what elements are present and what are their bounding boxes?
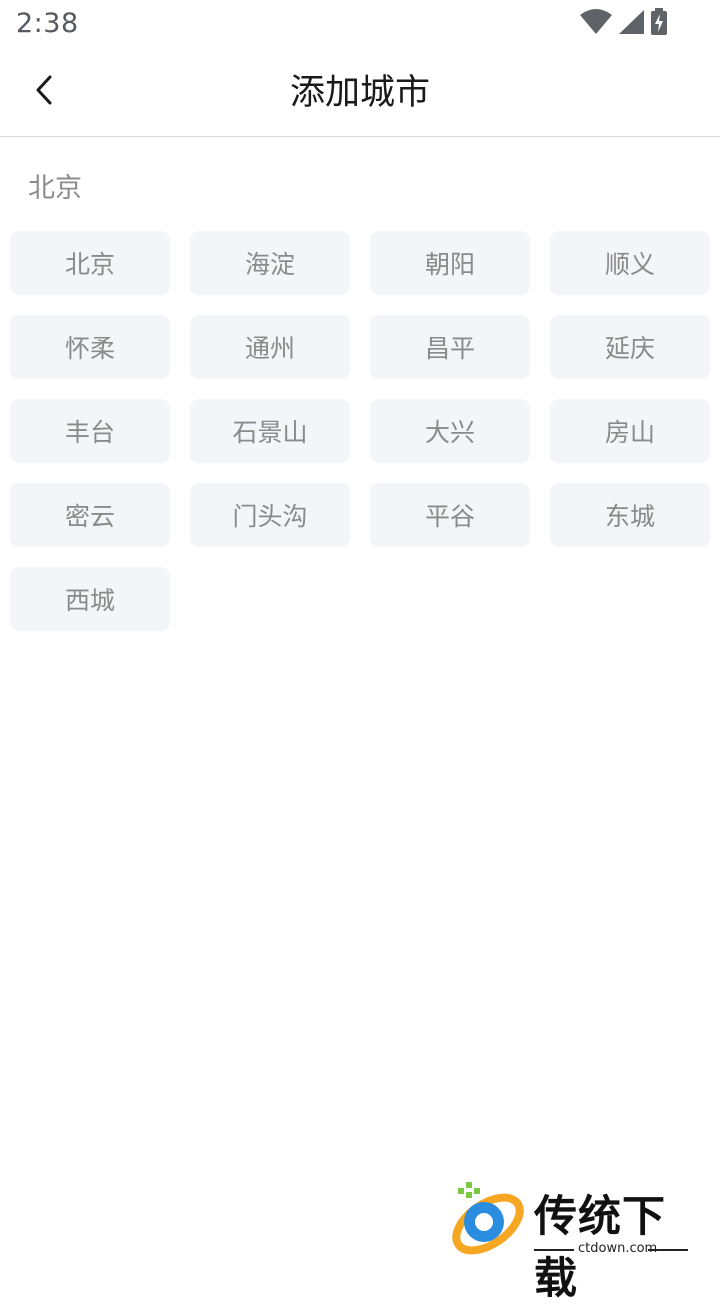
chevron-left-icon bbox=[32, 74, 56, 110]
city-item[interactable]: 海淀 bbox=[190, 231, 350, 295]
signal-icon bbox=[618, 9, 644, 39]
watermark-url: ctdown.com bbox=[578, 1241, 658, 1256]
city-item[interactable]: 丰台 bbox=[10, 399, 170, 463]
city-item[interactable]: 昌平 bbox=[370, 315, 530, 379]
page-title: 添加城市 bbox=[289, 73, 430, 113]
city-item[interactable]: 石景山 bbox=[190, 399, 350, 463]
divider bbox=[648, 1249, 688, 1251]
city-item[interactable]: 密云 bbox=[10, 483, 170, 547]
status-icons bbox=[580, 8, 668, 40]
city-grid: 北京 海淀 朝阳 顺义 怀柔 通州 昌平 延庆 丰台 石景山 大兴 房山 密云 … bbox=[10, 231, 710, 631]
city-item[interactable]: 怀柔 bbox=[10, 315, 170, 379]
status-time: 2:38 bbox=[16, 8, 79, 39]
city-item[interactable]: 朝阳 bbox=[370, 231, 530, 295]
watermark: 传统下载 ctdown.com bbox=[448, 1180, 698, 1304]
wifi-icon bbox=[580, 9, 612, 39]
city-item[interactable]: 平谷 bbox=[370, 483, 530, 547]
status-bar: 2:38 bbox=[0, 0, 720, 50]
section-title: 北京 bbox=[28, 173, 82, 204]
back-button[interactable] bbox=[22, 70, 66, 114]
city-item[interactable]: 大兴 bbox=[370, 399, 530, 463]
watermark-logo-icon bbox=[448, 1182, 528, 1262]
city-item[interactable]: 顺义 bbox=[550, 231, 710, 295]
city-item[interactable]: 通州 bbox=[190, 315, 350, 379]
city-item[interactable]: 房山 bbox=[550, 399, 710, 463]
city-item[interactable]: 北京 bbox=[10, 231, 170, 295]
city-item[interactable]: 延庆 bbox=[550, 315, 710, 379]
city-item[interactable]: 西城 bbox=[10, 567, 170, 631]
header: 添加城市 bbox=[0, 50, 720, 137]
city-item[interactable]: 门头沟 bbox=[190, 483, 350, 547]
city-item[interactable]: 东城 bbox=[550, 483, 710, 547]
divider bbox=[534, 1249, 574, 1251]
battery-charging-icon bbox=[650, 8, 668, 40]
